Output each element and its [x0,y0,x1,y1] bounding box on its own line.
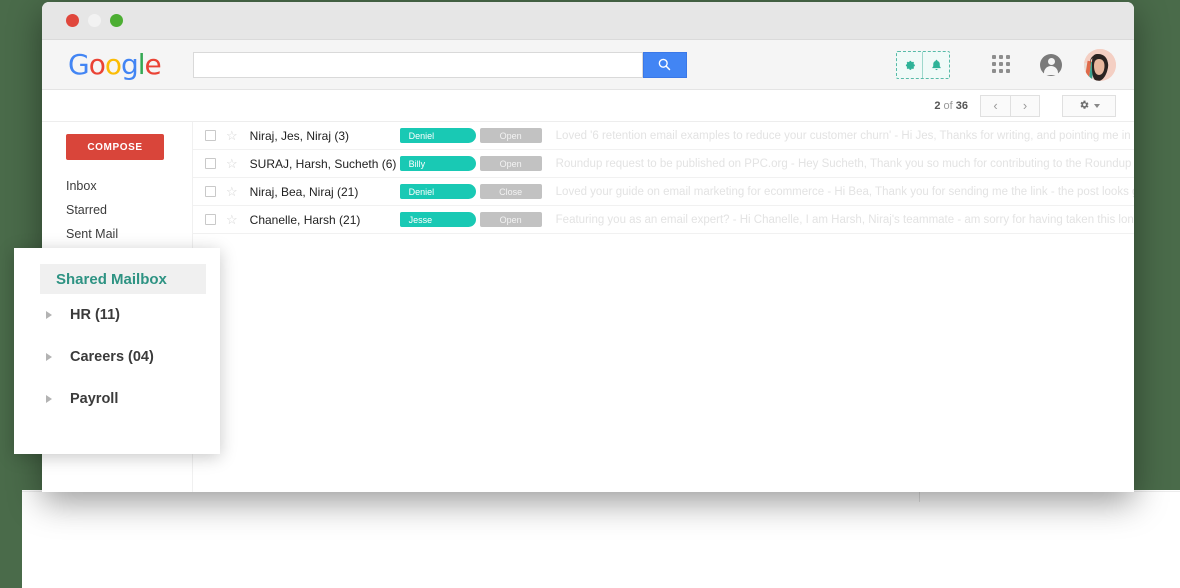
row-checkbox[interactable] [205,130,216,141]
star-icon[interactable]: ☆ [226,213,238,226]
shared-mailbox-item-careers[interactable]: Careers (04) [14,336,220,378]
account-circle-icon[interactable] [1040,53,1062,76]
list-toolbar: 2 of 36 ‹ › [42,90,1134,122]
shared-mailbox-item-label: Payroll [70,391,119,407]
row-owner-tag[interactable]: Deniel [399,184,476,199]
row-sender: SURAJ, Harsh, Sucheth (6) [249,156,397,171]
table-row[interactable]: ☆ SURAJ, Harsh, Sucheth (6) Billy Open R… [193,150,1134,178]
table-row[interactable]: ☆ Niraj, Bea, Niraj (21) Deniel Close Lo… [193,178,1134,206]
search-button[interactable] [642,51,687,78]
window-minimize-button[interactable] [88,14,101,27]
row-status-tag[interactable]: Close [479,184,542,199]
apps-grid-icon[interactable] [992,54,1012,75]
sidebar-item-starred[interactable]: Starred [66,198,192,222]
email-list: ☆ Niraj, Jes, Niraj (3) Deniel Open Love… [192,122,1134,492]
shared-mailbox-item-label: HR (11) [70,307,120,323]
table-row[interactable]: ☆ Chanelle, Harsh (21) Jesse Open Featur… [193,206,1134,234]
gear-icon [905,60,915,70]
page-sheet [22,490,1180,588]
page-total: 36 [955,99,968,112]
row-sender: Chanelle, Harsh (21) [249,212,361,227]
previous-page-button[interactable]: ‹ [980,94,1010,117]
list-settings-button[interactable] [1062,94,1116,117]
page-current: 2 [934,99,941,112]
notifications-bell-button[interactable] [923,52,949,78]
row-checkbox[interactable] [205,214,216,225]
header-actions [896,48,1116,81]
row-owner-tag[interactable]: Deniel [399,128,476,143]
app-header: Google [42,40,1134,90]
sidebar-item-inbox[interactable]: Inbox [66,174,192,198]
row-checkbox[interactable] [205,158,216,169]
next-page-button[interactable]: › [1010,94,1040,117]
row-status-tag[interactable]: Open [479,156,542,171]
window-close-button[interactable] [66,14,79,27]
chevron-down-icon [1094,103,1100,108]
table-row[interactable]: ☆ Niraj, Jes, Niraj (3) Deniel Open Love… [193,122,1134,150]
star-icon[interactable]: ☆ [226,129,238,142]
google-logo[interactable]: Google [68,48,162,81]
gear-icon [1080,100,1089,109]
avatar[interactable] [1084,48,1116,81]
search-input[interactable] [192,51,643,78]
chevron-right-icon [46,395,52,403]
chevron-right-icon [46,353,52,361]
row-status-tag[interactable]: Open [479,128,542,143]
row-owner-tag[interactable]: Billy [399,156,476,171]
shared-mailbox-title: Shared Mailbox [40,264,206,294]
row-checkbox[interactable] [205,186,216,197]
star-icon[interactable]: ☆ [226,185,238,198]
compose-button[interactable]: COMPOSE [66,134,164,160]
row-status-tag[interactable]: Open [479,212,542,227]
shared-mailbox-item-hr[interactable]: HR (11) [14,294,220,336]
row-subject: Loved your guide on email marketing for … [555,185,1134,198]
settings-gear-button[interactable] [897,51,923,78]
avatar-image [1084,48,1116,81]
row-subject: Featuring you as an email expert? - Hi C… [555,213,1134,226]
chevron-right-icon [46,311,52,319]
pagination-count: 2 of 36 [934,100,968,112]
search-icon [658,58,671,71]
bell-icon [931,59,941,70]
row-subject: Roundup request to be published on PPC.o… [555,157,1132,170]
row-sender: Niraj, Bea, Niraj (21) [249,184,359,199]
page-of-label: of [943,99,953,112]
window-maximize-button[interactable] [110,14,123,27]
sidebar-item-sent-mail[interactable]: Sent Mail [66,222,192,246]
shared-mailbox-item-payroll[interactable]: Payroll [14,378,220,420]
highlighted-actions [896,50,950,79]
row-sender: Niraj, Jes, Niraj (3) [249,128,350,143]
row-owner-tag[interactable]: Jesse [399,212,476,227]
shared-mailbox-item-label: Careers (04) [70,349,154,365]
window-titlebar [42,2,1134,40]
star-icon[interactable]: ☆ [226,157,238,170]
shared-mailbox-panel: Shared Mailbox HR (11) Careers (04) Payr… [14,248,220,454]
row-subject: Loved '6 retention email examples to red… [555,129,1134,142]
search-bar [192,51,687,78]
